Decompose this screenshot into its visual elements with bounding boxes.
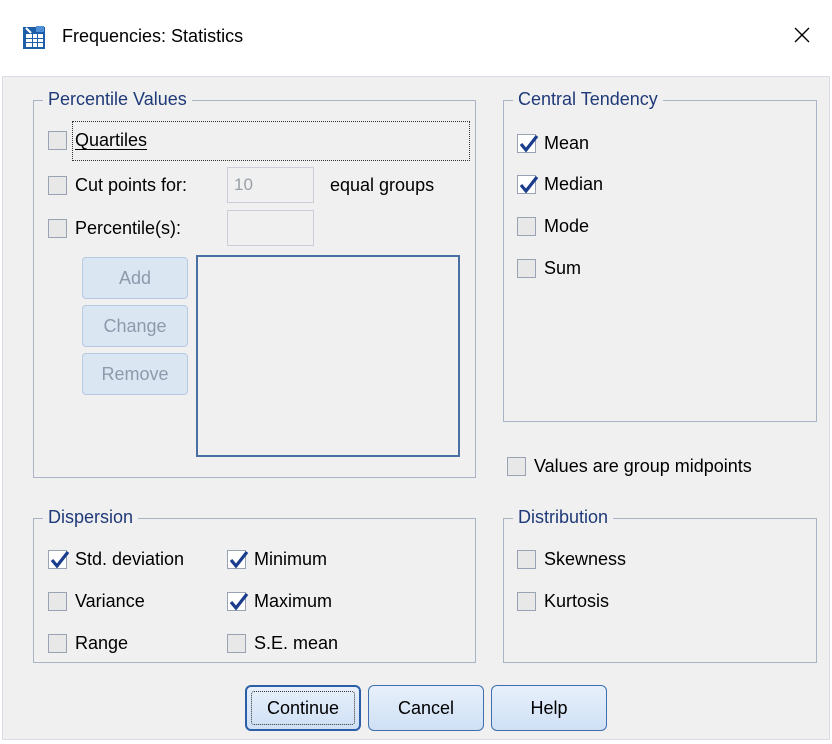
checkbox-checked[interactable]: [517, 175, 539, 194]
cut-points-checkbox[interactable]: Cut points for:: [48, 175, 187, 196]
s-e-mean-label: S.E. mean: [254, 633, 339, 653]
minimum-label: Minimum: [254, 549, 328, 569]
checkbox-box[interactable]: [48, 592, 67, 611]
continue-label: Continue: [266, 697, 340, 718]
mode-checkbox[interactable]: Mode: [517, 216, 589, 237]
percentiles-listbox[interactable]: [196, 255, 460, 457]
checkbox-box[interactable]: [48, 219, 67, 238]
range-label: Range: [75, 633, 129, 653]
checkbox-box[interactable]: [507, 457, 526, 476]
percentile-values-legend: Percentile Values: [43, 88, 192, 110]
group-midpoints-checkbox[interactable]: Values are group midpoints: [507, 456, 752, 477]
dispersion-legend: Dispersion: [43, 506, 139, 528]
group-midpoints-label: Values are group midpoints: [534, 456, 752, 476]
spss-table-icon: [22, 24, 50, 52]
variance-checkbox[interactable]: Variance: [48, 591, 145, 612]
help-button[interactable]: Help: [491, 685, 607, 731]
median-label: Median: [544, 174, 604, 194]
kurtosis-label: Kurtosis: [544, 591, 610, 611]
distribution-legend: Distribution: [513, 506, 614, 528]
maximum-label: Maximum: [254, 591, 333, 611]
s-e-mean-checkbox[interactable]: S.E. mean: [227, 633, 338, 654]
checkbox-box[interactable]: [517, 550, 536, 569]
skewness-checkbox[interactable]: Skewness: [517, 549, 626, 570]
close-icon: [792, 25, 812, 50]
quartiles-checkbox[interactable]: Quartiles: [48, 130, 147, 151]
maximum-checkbox[interactable]: Maximum: [227, 591, 332, 612]
close-button[interactable]: [772, 14, 832, 60]
checkbox-checked[interactable]: [48, 550, 70, 569]
checkmark-icon: [229, 551, 249, 569]
quartiles-label: Quartiles: [75, 130, 148, 150]
percentiles-label: Percentile(s):: [75, 218, 182, 238]
percentiles-checkbox[interactable]: Percentile(s):: [48, 218, 181, 239]
median-checkbox[interactable]: Median: [517, 174, 603, 195]
kurtosis-checkbox[interactable]: Kurtosis: [517, 591, 609, 612]
variance-label: Variance: [75, 591, 145, 611]
checkbox-box[interactable]: [48, 131, 67, 150]
checkbox-box[interactable]: [227, 634, 246, 653]
mode-label: Mode: [544, 216, 590, 236]
cut-points-label: Cut points for:: [75, 175, 188, 195]
checkbox-box[interactable]: [517, 217, 536, 236]
percentiles-input[interactable]: [227, 210, 314, 246]
continue-button[interactable]: Continue: [245, 685, 361, 731]
add-button[interactable]: Add: [82, 257, 188, 299]
title-bar: Frequencies: Statistics: [0, 0, 832, 76]
remove-button[interactable]: Remove: [82, 353, 188, 395]
range-checkbox[interactable]: Range: [48, 633, 128, 654]
checkmark-icon: [519, 176, 539, 194]
mean-label: Mean: [544, 133, 590, 153]
checkbox-checked[interactable]: [227, 550, 249, 569]
checkbox-checked[interactable]: [227, 592, 249, 611]
cut-points-input[interactable]: 10: [227, 167, 314, 203]
std-deviation-label: Std. deviation: [75, 549, 185, 569]
checkmark-icon: [50, 551, 70, 569]
cancel-button[interactable]: Cancel: [368, 685, 484, 731]
window-title: Frequencies: Statistics: [62, 26, 244, 46]
checkmark-icon: [519, 135, 539, 153]
sum-checkbox[interactable]: Sum: [517, 258, 581, 279]
checkbox-box[interactable]: [48, 176, 67, 195]
sum-label: Sum: [544, 258, 582, 278]
central-tendency-legend: Central Tendency: [513, 88, 663, 110]
checkmark-icon: [229, 593, 249, 611]
checkbox-checked[interactable]: [517, 134, 539, 153]
checkbox-box[interactable]: [517, 259, 536, 278]
mean-checkbox[interactable]: Mean: [517, 133, 589, 154]
equal-groups-label: equal groups: [330, 175, 435, 195]
checkbox-box[interactable]: [48, 634, 67, 653]
change-button[interactable]: Change: [82, 305, 188, 347]
skewness-label: Skewness: [544, 549, 627, 569]
std-deviation-checkbox[interactable]: Std. deviation: [48, 549, 184, 570]
minimum-checkbox[interactable]: Minimum: [227, 549, 327, 570]
checkbox-box[interactable]: [517, 592, 536, 611]
